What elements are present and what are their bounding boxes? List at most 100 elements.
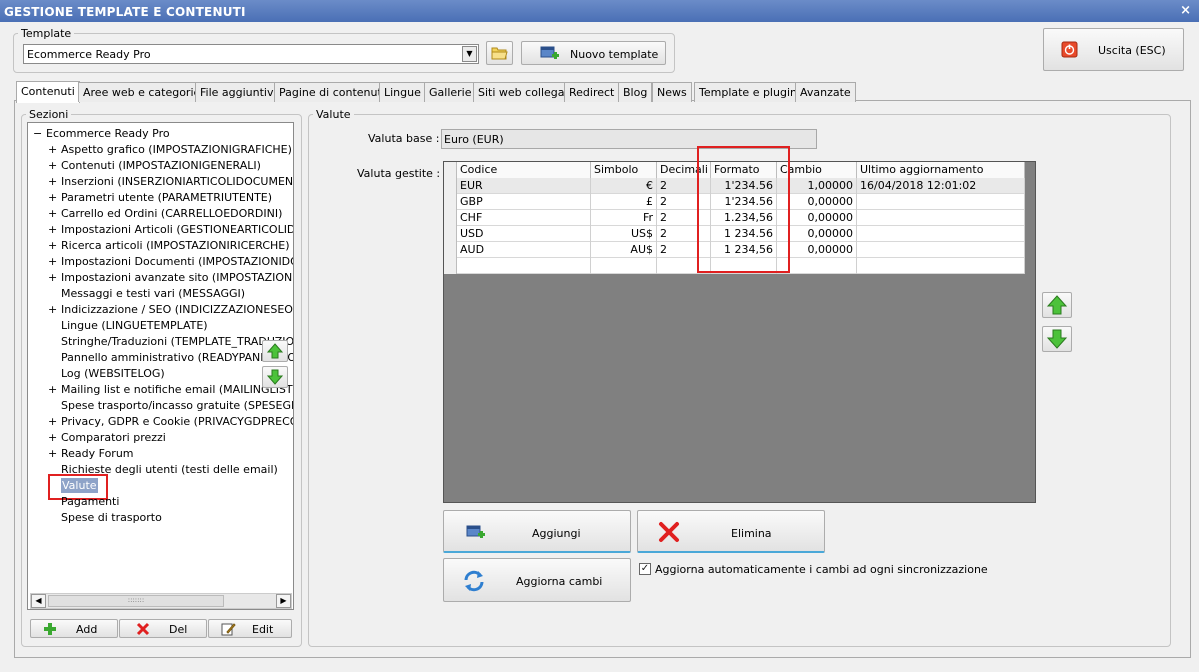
- window-close-icon[interactable]: ×: [1180, 3, 1191, 18]
- tree-item-label: Mailing list e notifiche email (MAILINGL…: [61, 383, 294, 396]
- expand-icon[interactable]: +: [48, 222, 57, 237]
- grid-cell: Simbolo: [591, 162, 657, 178]
- sections-legend: Sezioni: [29, 108, 69, 121]
- tree-move-down-button[interactable]: [262, 366, 288, 388]
- tab-redirect[interactable]: Redirect: [564, 82, 620, 102]
- expand-icon[interactable]: +: [48, 302, 57, 317]
- tree-item-label: Parametri utente (PARAMETRIUTENTE): [61, 191, 273, 204]
- tab-contenuti[interactable]: Contenuti: [16, 81, 80, 103]
- expand-icon[interactable]: +: [48, 174, 57, 189]
- expand-icon[interactable]: +: [48, 190, 57, 205]
- grid-cell: AU$: [591, 242, 657, 258]
- delete-x-icon: [659, 522, 679, 542]
- tab-pagine-contenuti[interactable]: Pagine di contenuti: [274, 82, 390, 102]
- tab-aree-web[interactable]: Aree web e categorie: [78, 82, 206, 102]
- expand-icon[interactable]: +: [48, 254, 57, 269]
- auto-update-label: Aggiorna automaticamente i cambi ad ogni…: [655, 563, 988, 576]
- base-currency-value: Euro (EUR): [444, 133, 504, 146]
- tab-avanzate[interactable]: Avanzate: [795, 82, 856, 102]
- base-currency-label: Valuta base :: [368, 132, 440, 145]
- currency-move-up-button[interactable]: [1042, 292, 1072, 318]
- tab-gallerie[interactable]: Gallerie: [424, 82, 477, 102]
- open-folder-button[interactable]: [486, 41, 513, 65]
- expand-icon[interactable]: +: [48, 206, 57, 221]
- tree-item-label: Stringhe/Traduzioni (TEMPLATE_TRADUZIONI…: [61, 335, 294, 348]
- tab-news[interactable]: News: [652, 82, 692, 102]
- grid-cell: US$: [591, 226, 657, 242]
- expand-icon[interactable]: +: [48, 430, 57, 445]
- delete-currency-button[interactable]: Elimina: [637, 510, 825, 553]
- arrow-down-icon: [1046, 329, 1068, 349]
- tree-item-label: Ready Forum: [61, 447, 134, 460]
- grid-row-selector[interactable]: [444, 210, 457, 226]
- tree-item-label: Comparatori prezzi: [61, 431, 166, 444]
- sections-tree[interactable]: − Ecommerce Ready Pro + Aspetto grafico (…: [27, 122, 294, 610]
- tree-horizontal-scrollbar[interactable]: ◀ ::::::: ▶: [30, 593, 292, 609]
- tree-item-label: Impostazioni avanzate sito (IMPOSTAZIONI…: [61, 271, 293, 284]
- grid-row-selector[interactable]: [444, 194, 457, 210]
- tree-item-label: Lingue (LINGUETEMPLATE): [61, 319, 208, 332]
- expand-icon[interactable]: +: [48, 142, 57, 157]
- add-currency-label: Aggiungi: [532, 527, 581, 540]
- expand-icon[interactable]: +: [48, 414, 57, 429]
- tree-item-label: Messaggi e testi vari (MESSAGGI): [61, 287, 246, 300]
- power-icon: [1061, 41, 1078, 58]
- grid-cell: £: [591, 194, 657, 210]
- grid-cell: Ultimo aggiornamento: [857, 162, 1025, 178]
- scroll-thumb[interactable]: :::::::: [48, 595, 224, 607]
- tree-item-label: Spese di trasporto: [61, 511, 162, 524]
- grid-cell: AUD: [457, 242, 591, 258]
- tree-item-label: Carrello ed Ordini (CARRELLOEDORDINI): [61, 207, 283, 220]
- edit-section-label: Edit: [252, 623, 274, 636]
- grid-row-selector[interactable]: [444, 242, 457, 258]
- exit-button[interactable]: Uscita (ESC): [1043, 28, 1184, 71]
- tree-item-label: Impostazioni Articoli (GESTIONEARTICOLID…: [61, 223, 293, 236]
- grid-cell: CHF: [457, 210, 591, 226]
- scroll-left-icon[interactable]: ◀: [31, 594, 46, 608]
- refresh-rates-button[interactable]: Aggiorna cambi: [443, 558, 631, 602]
- scroll-right-icon[interactable]: ▶: [276, 594, 291, 608]
- grid-row-selector[interactable]: [444, 178, 457, 194]
- expand-icon[interactable]: +: [48, 382, 57, 397]
- currency-move-down-button[interactable]: [1042, 326, 1072, 352]
- grid-cell: [857, 194, 1025, 210]
- grid-cell: [591, 258, 657, 274]
- exit-label: Uscita (ESC): [1098, 44, 1166, 57]
- grid-cell: 16/04/2018 12:01:02: [857, 178, 1025, 194]
- delete-section-label: Del: [169, 623, 188, 636]
- tab-blog[interactable]: Blog: [618, 82, 653, 102]
- window-title: GESTIONE TEMPLATE E CONTENUTI: [4, 5, 246, 19]
- refresh-icon: [464, 570, 484, 592]
- grid-row-selector[interactable]: [444, 226, 457, 242]
- template-select[interactable]: Ecommerce Ready Pro ▼: [23, 44, 479, 64]
- delete-section-button[interactable]: Del: [119, 619, 207, 638]
- new-template-label: Nuovo template: [570, 48, 659, 61]
- edit-section-button[interactable]: Edit: [208, 619, 292, 638]
- tree-item-label: Aspetto grafico (IMPOSTAZIONIGRAFICHE): [61, 143, 292, 156]
- add-currency-button[interactable]: Aggiungi: [443, 510, 631, 553]
- grid-row-selector[interactable]: [444, 258, 457, 274]
- expand-icon[interactable]: +: [48, 158, 57, 173]
- tab-lingue[interactable]: Lingue: [379, 82, 426, 102]
- tree-item-label: Log (WEBSITELOG): [61, 367, 165, 380]
- arrow-up-icon: [266, 343, 284, 359]
- expand-icon[interactable]: +: [48, 238, 57, 253]
- expand-icon[interactable]: +: [48, 446, 57, 461]
- arrow-down-icon: [266, 369, 284, 385]
- tree-move-up-button[interactable]: [262, 340, 288, 362]
- collapse-icon[interactable]: −: [33, 126, 42, 141]
- auto-update-checkbox[interactable]: ✓: [639, 563, 651, 575]
- grid-cell: [857, 258, 1025, 274]
- grid-cell: Codice: [457, 162, 591, 178]
- tree-item-label: Spese trasporto/incasso gratuite (SPESEG…: [61, 399, 293, 412]
- tab-siti-collegati[interactable]: Siti web collegati: [473, 82, 577, 102]
- add-section-button[interactable]: Add: [30, 619, 118, 638]
- grid-cell: USD: [457, 226, 591, 242]
- grid-cell: [857, 210, 1025, 226]
- new-template-button[interactable]: Nuovo template: [521, 41, 666, 65]
- chevron-down-icon[interactable]: ▼: [462, 46, 477, 62]
- tab-file-aggiuntivi[interactable]: File aggiuntivi: [195, 82, 282, 102]
- tree-item-label: Contenuti (IMPOSTAZIONIGENERALI): [61, 159, 261, 172]
- expand-icon[interactable]: +: [48, 270, 57, 285]
- tab-template-plugins[interactable]: Template e plugins: [694, 82, 808, 102]
